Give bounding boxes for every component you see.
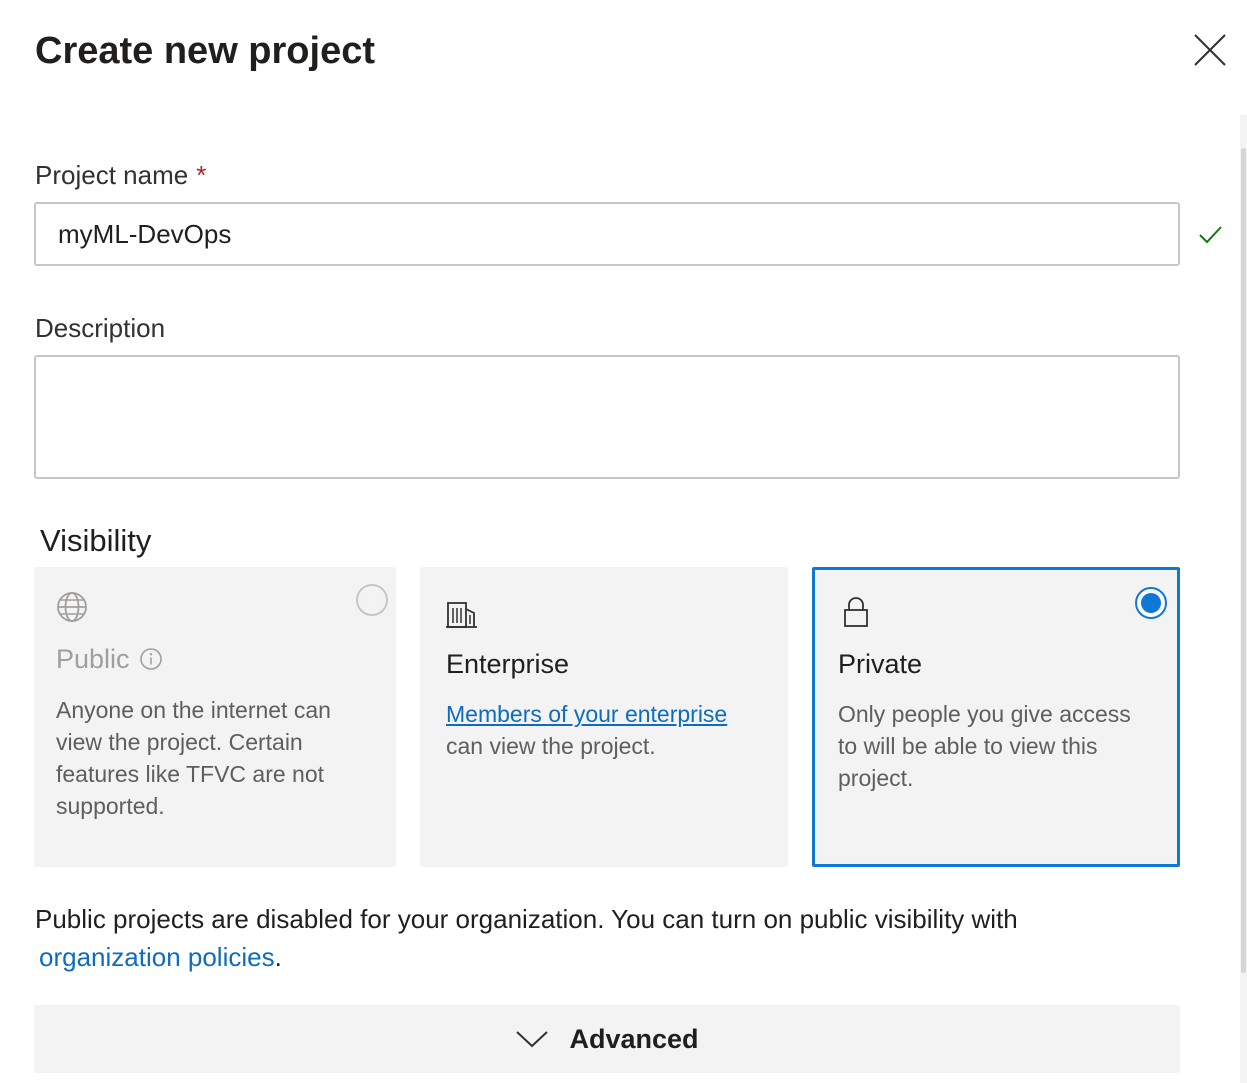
enterprise-description: Members of your enterprise can view the …: [446, 698, 766, 762]
advanced-label: Advanced: [569, 1023, 699, 1054]
scrollbar-thumb[interactable]: [1241, 148, 1246, 973]
project-name-label: Project name *: [35, 159, 206, 191]
description-label: Description: [35, 313, 166, 343]
checkmark-icon: [1199, 226, 1222, 244]
private-title: Private: [838, 649, 923, 679]
public-title: Public: [56, 642, 163, 676]
close-icon: [1194, 34, 1226, 66]
visibility-option-public: Public Anyone on the internet can view t…: [34, 567, 396, 867]
public-radio[interactable]: [356, 584, 388, 616]
enterprise-description-rest: can view the project.: [446, 733, 656, 759]
advanced-toggle-button[interactable]: Advanced: [34, 1005, 1180, 1073]
public-disabled-note: Public projects are disabled for your or…: [35, 900, 1185, 976]
public-title-text: Public: [56, 644, 130, 674]
description-field[interactable]: [34, 355, 1180, 479]
enterprise-title: Enterprise: [446, 649, 570, 679]
private-radio-dot: [1141, 593, 1161, 613]
project-name-input[interactable]: [34, 202, 1180, 266]
project-name-label-text: Project name: [35, 160, 189, 190]
info-icon[interactable]: [139, 647, 163, 671]
dialog-title: Create new project: [35, 30, 375, 72]
visibility-heading: Visibility: [40, 523, 152, 558]
public-description: Anyone on the internet can view the proj…: [56, 697, 331, 819]
building-icon: [446, 602, 477, 628]
visibility-option-private[interactable]: Private Only people you give access to w…: [812, 567, 1180, 867]
organization-policies-link[interactable]: organization policies: [39, 942, 275, 972]
chevron-down-icon: [516, 1031, 549, 1048]
create-project-dialog: Create new project Project name* Descrip…: [0, 0, 1247, 1083]
required-marker: *: [196, 160, 207, 190]
private-radio[interactable]: [1135, 587, 1167, 619]
lock-icon: [844, 597, 868, 627]
globe-icon: [57, 592, 87, 622]
enterprise-members-link[interactable]: Members of your enterprise: [446, 701, 727, 727]
close-button[interactable]: [1188, 28, 1232, 72]
public-disabled-note-text: Public projects are disabled for your or…: [35, 904, 1018, 934]
visibility-option-enterprise[interactable]: Enterprise Members of your enterprise ca…: [420, 567, 788, 867]
note-suffix: .: [274, 942, 282, 972]
private-description: Only people you give access to will be a…: [838, 701, 1131, 791]
